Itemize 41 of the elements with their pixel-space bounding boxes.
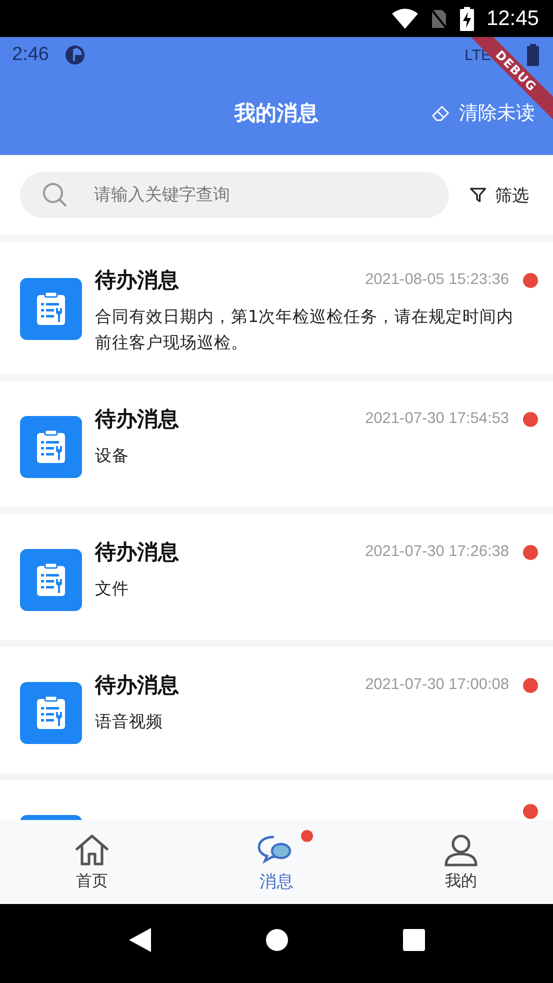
filter-icon <box>469 186 487 204</box>
clipboard-wrench-icon <box>20 416 82 478</box>
message-card[interactable]: 待办消息 2021-08-05 15:23:36 合同有效日期内，第1次年检巡检任务，请在规定时间内前往客户现场巡检。 <box>0 242 553 374</box>
home-button-icon[interactable] <box>266 928 288 950</box>
back-icon[interactable] <box>128 928 150 952</box>
clock-time: 2:46 <box>12 44 49 66</box>
recents-icon[interactable] <box>402 928 424 950</box>
battery-charging-icon <box>460 6 474 30</box>
message-time: 2021-08-05 15:23:36 <box>365 271 509 289</box>
clipboard-wrench-icon <box>20 549 82 611</box>
messages-tab[interactable]: 消息 <box>184 820 369 904</box>
message-time: 2021-07-30 17:26:38 <box>365 543 509 561</box>
filter-button[interactable]: 筛选 <box>469 184 529 206</box>
clipboard-wrench-icon <box>20 682 82 744</box>
person-icon <box>442 832 479 866</box>
home-tab[interactable]: 首页 <box>0 820 184 904</box>
message-card[interactable]: 待办消息 2021-07-30 17:26:38 文件 <box>0 514 553 640</box>
clear-unread-button[interactable]: 清除未读 <box>431 100 535 126</box>
search-field[interactable]: 请输入关键字查询 <box>20 172 449 218</box>
clipboard-wrench-icon <box>20 278 82 340</box>
message-text: 设备 <box>95 445 130 467</box>
message-card[interactable]: 待办消息 2021-07-30 17:00:08 语音视频 <box>0 647 553 773</box>
circle-icon <box>64 45 85 65</box>
message-time: 2021-07-30 17:54:53 <box>365 410 509 428</box>
message-title: 待办消息 <box>95 406 180 433</box>
search-icon <box>42 182 68 208</box>
eraser-icon <box>431 104 451 122</box>
message-time: 2021-07-30 17:00:08 <box>365 676 509 694</box>
message-title: 待办消息 <box>95 672 180 699</box>
message-title: 待办消息 <box>95 267 180 294</box>
message-text: 文件 <box>95 578 130 600</box>
message-title: 待办消息 <box>95 539 180 566</box>
message-text: 合同有效日期内，第1次年检巡检任务，请在规定时间内前往客户现场巡检。 <box>95 306 514 354</box>
wifi-icon <box>392 8 418 30</box>
no-sim-icon <box>430 8 448 30</box>
message-card[interactable]: 待办消息 2021-07-30 17:54:53 设备 <box>0 381 553 507</box>
page-title: 我的消息 <box>234 100 318 127</box>
home-icon <box>74 832 110 866</box>
clock-time: 12:45 <box>486 6 539 30</box>
profile-tab[interactable]: 我的 <box>368 820 553 904</box>
message-text: 语音视频 <box>95 711 164 733</box>
